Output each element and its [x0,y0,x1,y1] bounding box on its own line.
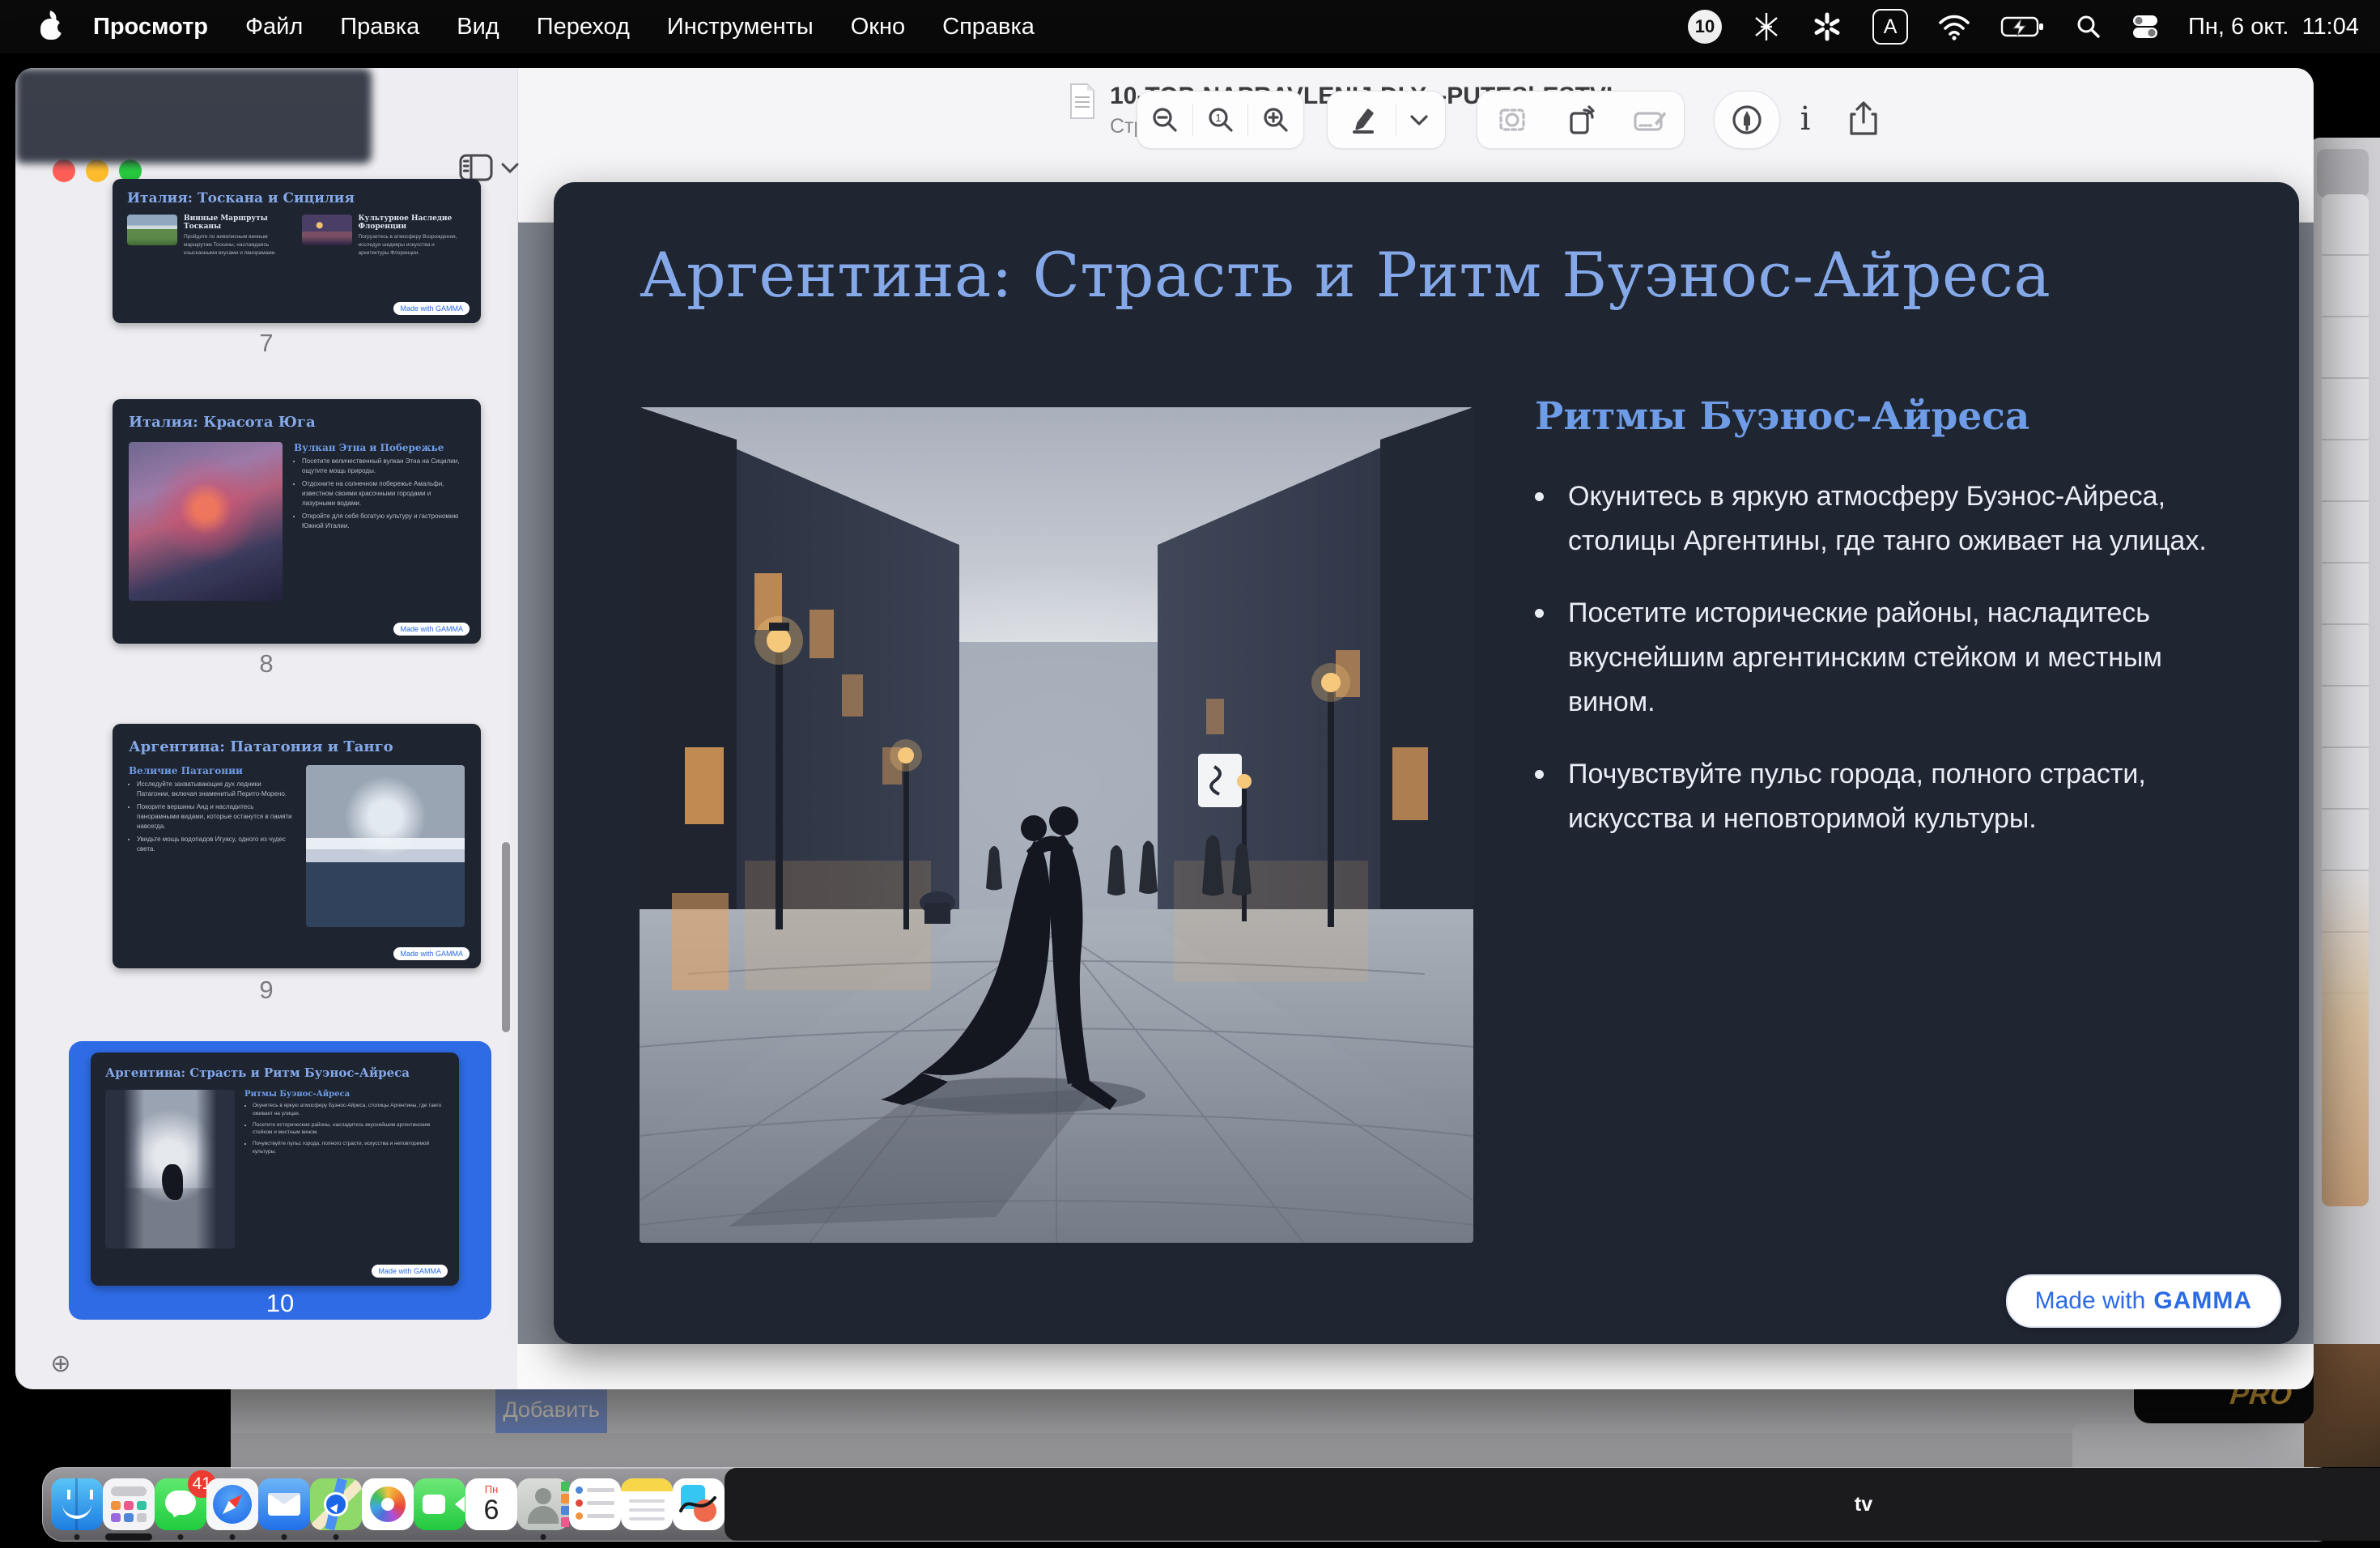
input-source-icon[interactable]: A [1872,9,1908,45]
safari-dock-icon[interactable] [206,1478,258,1530]
menu-go[interactable]: Переход [518,14,648,40]
thumb10-tango-image [105,1090,235,1248]
page-8-label[interactable]: 8 [15,649,517,678]
rotate-button[interactable] [1546,91,1615,148]
slide-title: Аргентина: Страсть и Ритм Буэнос-Айреса [640,239,2226,311]
thumbnail-page-8[interactable]: Италия: Красота Юга Вулкан Этна и Побере… [113,399,481,644]
highlighter-chevron[interactable] [1396,91,1442,148]
thumb9-gamma-badge: Made with GAMMA [393,947,470,960]
show-markup-toolbar-button[interactable] [1714,91,1780,149]
launchpad-dock-icon[interactable] [103,1478,155,1530]
signature-button[interactable] [1615,91,1684,148]
screen: Просмотр Файл Правка Вид Переход Инструм… [0,0,2380,1548]
share-button[interactable] [1834,91,1893,147]
actual-size-button[interactable]: 1 [1193,91,1248,148]
slide-bullet-1: Окунитесь в яркую атмосферу Буэнос-Айрес… [1535,474,2247,563]
wifi-icon[interactable] [1937,13,1971,40]
sidebar-chevron-icon [501,162,519,173]
highlighter-button[interactable] [1331,91,1396,148]
info-share-group: i [1774,91,1895,147]
bullet-dot [1535,770,1544,779]
svg-text:1: 1 [1215,112,1221,124]
menu-bar: Просмотр Файл Правка Вид Переход Инструм… [0,0,2380,53]
messages-dock-icon[interactable]: 41 [155,1478,206,1530]
thumb7-tuscany-image [127,215,177,245]
page-9-label[interactable]: 9 [15,976,517,1005]
thumbnail-page-10[interactable]: Аргентина: Страсть и Ритм Буэнос-Айреса … [91,1053,459,1286]
dock: 41 Пн6 tv ♫ ✎ A ⚙1 ∅No Ads ☎ [42,1467,2338,1542]
battery-charging-icon[interactable] [2000,15,2046,39]
slide-page-10: Аргентина: Страсть и Ритм Буэнос-Айреса [554,182,2299,1344]
menu-tools[interactable]: Инструменты [648,14,832,40]
add-page-button[interactable]: ⊕ [45,1347,77,1380]
mail-dock-icon[interactable] [258,1478,310,1530]
thumb10-gamma-badge: Made with GAMMA [372,1265,448,1278]
thumb7-florence-image [302,215,352,245]
background-image-strip [2304,1344,2380,1467]
spotlight-icon[interactable] [2075,13,2102,40]
zoom-controls: 1 [1137,91,1304,149]
sidebar-toggle-button[interactable] [459,154,519,181]
freeform-dock-icon[interactable] [673,1478,725,1530]
control-center-icon[interactable] [2131,13,2159,40]
thumb9-patagonia-image [306,765,465,927]
add-button[interactable]: Добавить [495,1386,607,1433]
bullet-dot [1535,609,1544,618]
capcut-status-icon[interactable] [1751,11,1782,42]
sidebar: Италия: Тоскана и Сицилия Винные Маршрут… [15,68,518,1389]
document-icon [1068,83,1097,120]
notes-dock-icon[interactable] [621,1478,673,1530]
reminders-dock-icon[interactable] [569,1478,621,1530]
calendar-dock-icon[interactable]: Пн6 [465,1478,517,1530]
markup-tool-group [1477,91,1685,149]
annotate-button-group [1327,91,1446,149]
menu-file[interactable]: Файл [227,14,321,40]
menu-edit[interactable]: Правка [321,14,438,40]
sidebar-scrollbar[interactable] [502,842,510,1032]
menu-help[interactable]: Справка [924,14,1053,40]
status-notification-badge[interactable]: 10 [1688,10,1722,44]
info-button[interactable]: i [1776,91,1834,147]
thumb8-gamma-badge: Made with GAMMA [393,623,470,636]
preview-window: 10-TOP-NAPRAVLENIJ-DLYa-PUTEShESTVI... С… [15,68,2314,1389]
thumbnail-page-6-partial[interactable] [15,68,372,164]
thumb7-gamma-badge: Made with GAMMA [393,302,470,315]
page-10-label[interactable]: 10 [69,1289,491,1318]
thumbnail-page-9[interactable]: Аргентина: Патагония и Танго Величие Пат… [113,724,481,968]
facetime-dock-icon[interactable] [414,1478,465,1530]
maps-dock-icon[interactable] [310,1478,362,1530]
menu-window[interactable]: Окно [832,14,924,40]
menu-app-name[interactable]: Просмотр [74,14,227,40]
tango-street-image [640,407,1473,1243]
menu-clock[interactable]: Пн, 6 окт. 11:04 [2188,14,2359,40]
thumb8-etna-image [129,442,283,601]
thumbnail-page-10-selection[interactable]: Аргентина: Страсть и Ритм Буэнос-Айреса … [69,1041,491,1320]
slide-bullet-3: Почувствуйте пульс города, полного страс… [1535,752,2247,841]
selection-tool-button[interactable] [1477,91,1546,148]
bullet-dot [1535,492,1544,501]
zoom-in-button[interactable] [1248,91,1303,148]
slide-heading: Ритмы Буэнос-Айреса [1535,394,2247,439]
thumbnail-page-7[interactable]: Италия: Тоскана и Сицилия Винные Маршрут… [113,179,481,323]
menu-view[interactable]: Вид [438,14,517,40]
finder-dock-icon[interactable] [51,1478,103,1530]
photos-dock-icon[interactable] [362,1478,414,1530]
slide-bullet-2: Посетите исторические районы, насладитес… [1535,591,2247,725]
contacts-dock-icon[interactable] [517,1478,569,1530]
background-window-strip-lower [231,1433,2190,1469]
apple-tv-dock-icon[interactable]: tv [725,1468,2380,1541]
page-7-label[interactable]: 7 [15,329,517,358]
apple-menu-icon[interactable] [39,12,63,41]
openai-status-icon[interactable] [1811,11,1843,43]
background-window-right [2309,138,2380,1413]
window-bottom-strip [517,1344,2314,1389]
zoom-out-button[interactable] [1137,91,1192,148]
made-with-gamma-badge[interactable]: Made with GAMMA [2006,1274,2281,1328]
background-window-gray [2072,1423,2314,1469]
